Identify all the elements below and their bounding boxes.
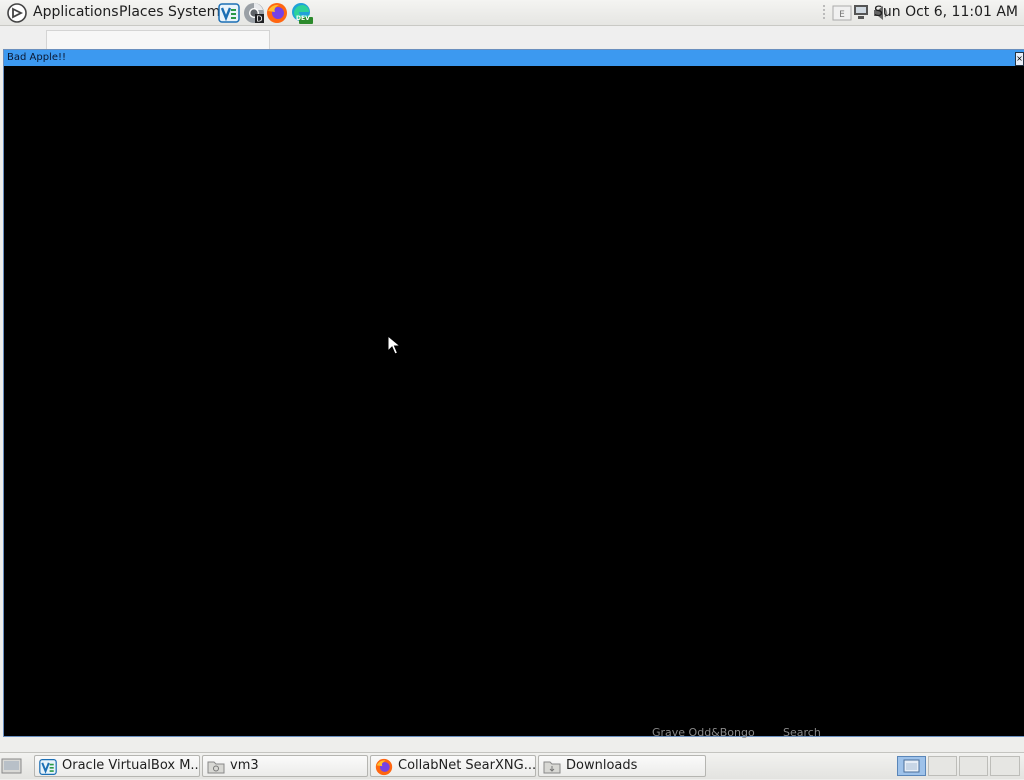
virtualbox-icon (39, 758, 57, 776)
task-downloads[interactable]: Downloads (538, 755, 706, 777)
window-title: Bad Apple!! (7, 52, 66, 63)
keyboard-layout-icon[interactable]: E (832, 3, 852, 27)
background-browser-tab (46, 30, 270, 49)
tray-separator-icon (822, 3, 828, 27)
mouse-cursor-icon (387, 334, 402, 359)
bad-apple-window: Bad Apple!! × (3, 49, 1024, 737)
firefox-icon (375, 758, 393, 776)
folder-icon (207, 758, 225, 776)
task-vm3[interactable]: vm3 (202, 755, 368, 777)
video-canvas[interactable] (4, 66, 1024, 736)
task-label: CollabNet SearXNG... (398, 758, 536, 773)
task-label: Downloads (566, 758, 638, 773)
places-menu[interactable]: Places (119, 0, 164, 25)
workspace-3[interactable] (959, 756, 988, 776)
task-label: vm3 (230, 758, 259, 773)
workspace-4[interactable] (990, 756, 1020, 776)
workspace-1[interactable] (897, 756, 926, 776)
mate-logo-icon[interactable] (7, 3, 27, 27)
workspace-2[interactable] (928, 756, 957, 776)
svg-text:E: E (839, 10, 845, 20)
virtualbox-icon[interactable] (218, 2, 240, 23)
system-menu[interactable]: System (168, 0, 220, 25)
show-desktop-icon[interactable] (0, 756, 24, 776)
window-close-button[interactable]: × (1015, 52, 1024, 66)
folder-icon (543, 758, 561, 776)
background-status-text: Grave Odd&Bongo (652, 726, 755, 739)
dev-badge: DEV (296, 15, 310, 22)
chrome-dev-icon[interactable]: D (243, 2, 264, 24)
window-titlebar[interactable]: Bad Apple!! × (4, 50, 1024, 66)
network-icon[interactable] (853, 3, 869, 25)
task-label: Oracle VirtualBox M... (62, 758, 200, 773)
applications-menu[interactable]: Applications (33, 0, 119, 25)
panel-clock[interactable]: Sun Oct 6, 11:01 AM (874, 0, 1018, 25)
svg-text:D: D (256, 15, 262, 24)
firefox-icon[interactable] (266, 2, 287, 23)
task-virtualbox[interactable]: Oracle VirtualBox M... (34, 755, 200, 777)
top-panel: Applications Places System D DEV E Sun O… (0, 0, 1024, 26)
background-search-text: Search (783, 726, 821, 739)
bottom-taskbar: Oracle VirtualBox M... vm3 CollabNet Sea… (0, 752, 1024, 779)
task-collabnet-searxng[interactable]: CollabNet SearXNG... (370, 755, 536, 777)
